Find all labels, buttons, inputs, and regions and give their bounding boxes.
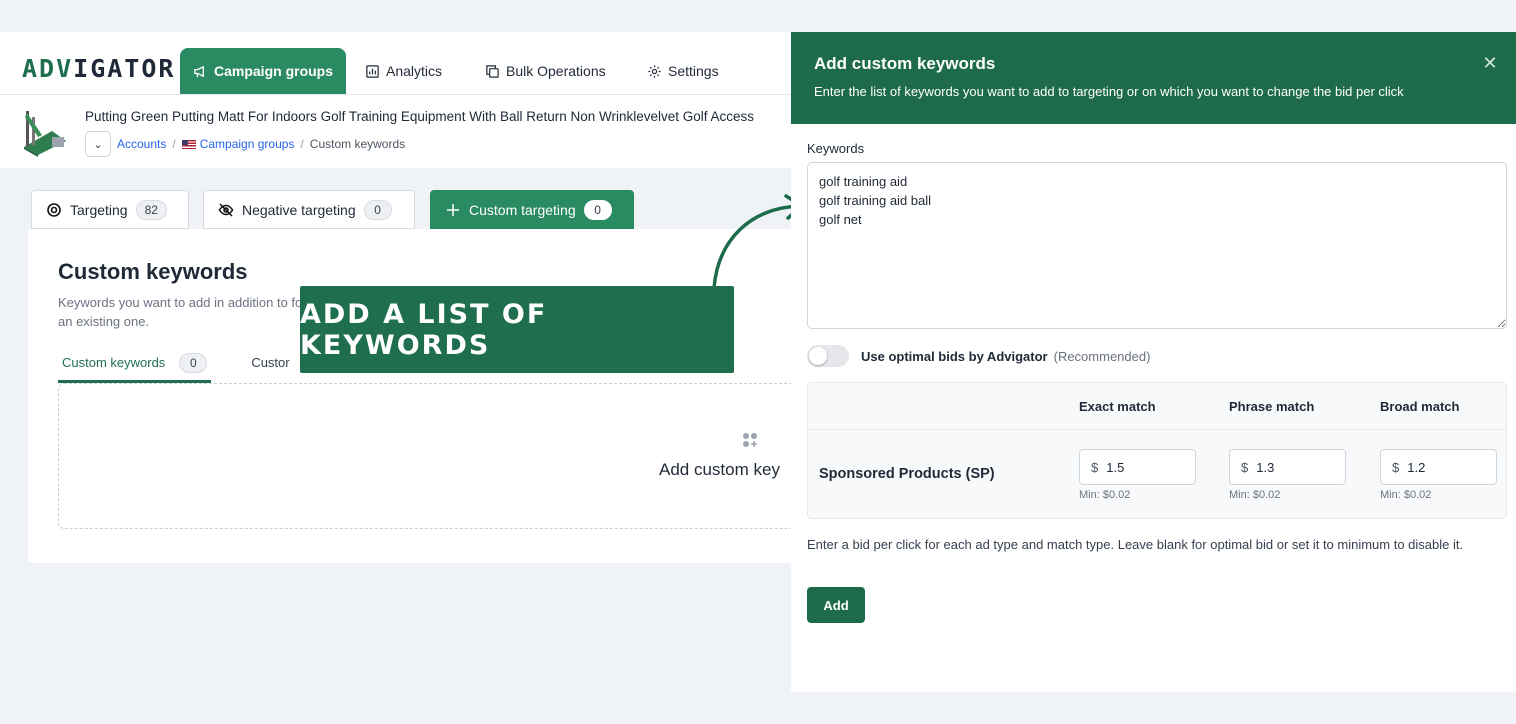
optimal-bids-row: Use optimal bids by Advigator (Recommend… xyxy=(807,345,1150,367)
tab-label: Negative targeting xyxy=(242,201,356,218)
breadcrumb-separator: / xyxy=(172,137,176,151)
logo-prefix: ADV xyxy=(22,54,74,83)
nav-settings[interactable]: Settings xyxy=(634,48,732,94)
nav-bulk-operations[interactable]: Bulk Operations xyxy=(472,48,619,94)
subtabs: Custom keywords 0 Custor xyxy=(58,345,294,383)
bid-value: 1.2 xyxy=(1407,459,1426,475)
broad-match-bid-input[interactable]: $ 1.2 xyxy=(1380,449,1497,485)
exact-min-bid: Min: $0.02 xyxy=(1079,489,1131,501)
nav-label: Campaign groups xyxy=(214,63,334,79)
copy-icon xyxy=(486,64,499,78)
bid-help-text: Enter a bid per click for each ad type a… xyxy=(807,537,1464,552)
panel-subtitle: Enter the list of keywords you want to a… xyxy=(814,84,1404,99)
gear-icon xyxy=(648,64,661,78)
phrase-match-bid-input[interactable]: $ 1.3 xyxy=(1229,449,1346,485)
tab-count-badge: 0 xyxy=(363,199,392,220)
exact-match-bid-input[interactable]: $ 1.5 xyxy=(1079,449,1196,485)
nav-analytics[interactable]: Analytics xyxy=(352,48,455,94)
annotation-callout: ADD A LIST OF KEYWORDS xyxy=(300,286,734,373)
megaphone-icon xyxy=(194,65,204,77)
subtab-label: Custor xyxy=(251,355,290,370)
nav-campaign-groups[interactable]: Campaign groups xyxy=(180,48,347,94)
page-description: Keywords you want to add in addition to … xyxy=(58,295,307,329)
bid-table: Exact match Phrase match Broad match Spo… xyxy=(807,382,1507,519)
keywords-label: Keywords xyxy=(807,141,865,156)
breadcrumb-separator: / xyxy=(300,137,304,151)
product-title: Putting Green Putting Matt For Indoors G… xyxy=(85,109,755,124)
toggle-hint: (Recommended) xyxy=(1053,348,1151,364)
breadcrumb: Accounts / Campaign groups / Custom keyw… xyxy=(117,137,405,151)
close-icon[interactable]: ✕ xyxy=(1481,54,1499,72)
subtab-count-badge: 0 xyxy=(179,352,208,373)
breadcrumb-current: Custom keywords xyxy=(309,137,406,151)
bar-chart-icon xyxy=(366,64,379,78)
broad-min-bid: Min: $0.02 xyxy=(1380,489,1432,501)
panel-title: Add custom keywords xyxy=(814,54,996,73)
tab-label: Targeting xyxy=(70,201,128,218)
row-label-sp: Sponsored Products (SP) xyxy=(819,466,995,482)
optimal-bids-toggle[interactable] xyxy=(807,345,849,367)
nav-label: Analytics xyxy=(386,63,443,79)
header-phrase-match: Phrase match xyxy=(1229,399,1315,414)
panel-header: Add custom keywords Enter the list of ke… xyxy=(791,32,1516,124)
chevron-down-icon: ⌄ xyxy=(93,138,103,151)
app-logo[interactable]: ADVIGATOR xyxy=(22,54,175,84)
target-icon xyxy=(47,202,61,217)
plus-icon xyxy=(447,203,459,216)
logo-suffix: IGATOR xyxy=(73,54,176,83)
bid-value: 1.5 xyxy=(1106,459,1125,475)
currency-symbol: $ xyxy=(1392,459,1400,475)
us-flag-icon xyxy=(181,140,196,150)
empty-state-text: Add custom key xyxy=(659,460,780,479)
add-button[interactable]: Add xyxy=(807,587,865,623)
subtab-custom-other[interactable]: Custor xyxy=(247,345,293,383)
nav-label: Settings xyxy=(668,63,719,79)
tab-custom-targeting[interactable]: Custom targeting 0 xyxy=(430,190,634,229)
subtab-label: Custom keywords xyxy=(62,355,166,370)
bid-value: 1.3 xyxy=(1256,459,1275,475)
currency-symbol: $ xyxy=(1241,459,1249,475)
page-title: Custom keywords xyxy=(58,259,248,284)
tab-count-badge: 82 xyxy=(135,199,167,220)
breadcrumb-campaign-groups[interactable]: Campaign groups xyxy=(181,137,295,151)
table-divider xyxy=(808,429,1506,430)
tab-label: Custom targeting xyxy=(469,201,576,218)
toggle-label: Use optimal bids by Advigator xyxy=(861,348,1048,364)
nav-label: Bulk Operations xyxy=(506,63,606,79)
tab-count-badge: 0 xyxy=(583,199,612,220)
breadcrumb-campaign-groups-label: Campaign groups xyxy=(199,137,295,151)
keywords-textarea[interactable] xyxy=(807,162,1507,329)
subtab-custom-keywords[interactable]: Custom keywords 0 xyxy=(58,345,212,383)
add-custom-keywords-panel: Add custom keywords Enter the list of ke… xyxy=(791,32,1516,692)
empty-state-dropzone[interactable]: Add custom key xyxy=(58,383,828,529)
header-broad-match: Broad match xyxy=(1380,399,1460,414)
eye-off-icon xyxy=(218,202,234,217)
breadcrumb-accounts[interactable]: Accounts xyxy=(117,137,166,151)
product-thumbnail xyxy=(24,111,66,157)
tab-negative-targeting[interactable]: Negative targeting 0 xyxy=(203,190,415,229)
header-exact-match: Exact match xyxy=(1079,399,1156,414)
currency-symbol: $ xyxy=(1091,459,1099,475)
apps-add-icon xyxy=(743,433,757,447)
phrase-min-bid: Min: $0.02 xyxy=(1229,489,1281,501)
collapse-button[interactable]: ⌄ xyxy=(85,131,111,157)
tab-targeting[interactable]: Targeting 82 xyxy=(31,190,189,229)
